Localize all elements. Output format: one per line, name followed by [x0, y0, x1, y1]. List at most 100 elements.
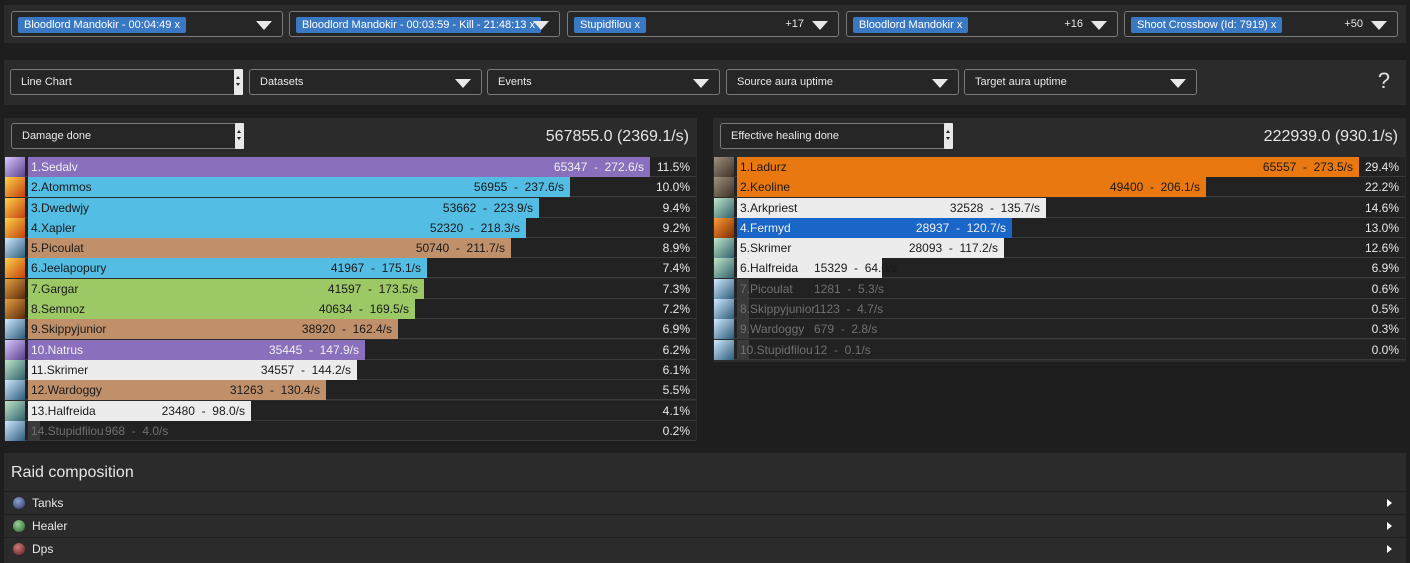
damage-player-name: 9.Skippyjunior: [31, 322, 107, 337]
healing-row[interactable]: 10.Stupidfilou 12 - 0.1/s 0.0%: [714, 339, 1405, 360]
damage-row[interactable]: 2.Atommos 56955 - 237.6/s 10.0%: [5, 177, 696, 198]
remove-icon[interactable]: x: [634, 19, 640, 31]
healing-row[interactable]: 8.Skippyjunior 1123 - 4.7/s 0.5%: [714, 299, 1405, 320]
healing-row[interactable]: 7.Picoulat 1281 - 5.3/s 0.6%: [714, 278, 1405, 299]
damage-percent: 7.3%: [662, 281, 690, 296]
spinner-icon[interactable]: [235, 123, 244, 149]
chevron-right-icon[interactable]: [1387, 545, 1392, 553]
healing-player-name: 4.Fermyd: [740, 220, 791, 235]
healing-row[interactable]: 3.Arkpriest 32528 - 135.7/s 14.6%: [714, 197, 1405, 218]
encounter-tag-label: Bloodlord Mandokir - 00:04:49: [24, 19, 172, 31]
remove-icon[interactable]: x: [174, 19, 180, 31]
damage-row[interactable]: 11.Skrimer 34557 - 144.2/s 6.1%: [5, 359, 696, 380]
encounter-select-2[interactable]: Bloodlord Mandokir - 00:03:59 - Kill - 2…: [289, 11, 560, 37]
damage-metric-label: Damage done: [22, 130, 92, 142]
damage-player-name: 13.Halfreida: [31, 403, 96, 418]
bow-icon: [5, 278, 25, 299]
healing-row[interactable]: 1.Ladurz 65557 - 273.5/s 29.4%: [714, 157, 1405, 177]
damage-row[interactable]: 5.Picoulat 50740 - 211.7/s 8.9%: [5, 238, 696, 259]
damage-row[interactable]: 14.Stupidfilou 968 - 4.0/s 0.2%: [5, 420, 696, 441]
chevron-down-icon[interactable]: [1091, 21, 1107, 30]
damage-row[interactable]: 3.Dwedwjy 53662 - 223.9/s 9.4%: [5, 197, 696, 218]
damage-percent: 9.4%: [662, 200, 690, 215]
healing-percent: 0.6%: [1371, 281, 1399, 296]
damage-row[interactable]: 6.Jeelapopury 41967 - 175.1/s 7.4%: [5, 258, 696, 279]
healing-player-name: 10.Stupidfilou: [740, 342, 813, 357]
damage-row[interactable]: 10.Natrus 35445 - 147.9/s 6.2%: [5, 339, 696, 360]
damage-row[interactable]: 1.Sedalv 65347 - 272.6/s 11.5%: [5, 157, 696, 177]
damage-player-name: 6.Jeelapopury: [31, 261, 107, 276]
remove-icon[interactable]: x: [957, 19, 963, 31]
remove-icon[interactable]: x: [1271, 19, 1277, 31]
source-tag: Stupidfilou x: [574, 17, 646, 33]
target-aura-select[interactable]: Target aura uptime: [964, 69, 1197, 95]
encounter-select-1[interactable]: Bloodlord Mandokir - 00:04:49 x: [11, 11, 283, 37]
healing-player-name: 6.Halfreida: [740, 261, 799, 276]
healing-row[interactable]: 9.Wardoggy 679 - 2.8/s 0.3%: [714, 319, 1405, 340]
target-tag: Bloodlord Mandokir x: [853, 17, 969, 33]
healing-percent: 12.6%: [1364, 241, 1399, 256]
damage-row[interactable]: 13.Halfreida 23480 - 98.0/s 4.1%: [5, 400, 696, 421]
damage-row[interactable]: 9.Skippyjunior 38920 - 162.4/s 6.9%: [5, 319, 696, 340]
chevron-down-icon[interactable]: [1371, 21, 1387, 30]
damage-player-name: 14.Stupidfilou: [31, 423, 104, 438]
crosshair-icon: [13, 543, 25, 555]
damage-percent: 6.2%: [662, 342, 690, 357]
healing-amount: 15329 - 64.0/s: [814, 261, 898, 276]
bow-icon: [5, 299, 25, 320]
damage-percent: 10.0%: [655, 180, 690, 195]
healing-amount: 65557 - 273.5/s: [1262, 160, 1353, 174]
healing-metric-select[interactable]: Effective healing done: [720, 123, 953, 149]
damage-amount: 31263 - 130.4/s: [229, 383, 320, 398]
target-select[interactable]: Bloodlord Mandokir x +16: [846, 11, 1118, 37]
damage-row[interactable]: 4.Xapler 52320 - 218.3/s 9.2%: [5, 217, 696, 238]
chevron-down-icon[interactable]: [693, 79, 709, 88]
source-aura-select[interactable]: Source aura uptime: [726, 69, 959, 95]
healing-row[interactable]: 2.Keoline 49400 - 206.1/s 22.2%: [714, 177, 1405, 198]
damage-percent: 7.4%: [662, 261, 690, 276]
healing-row[interactable]: 6.Halfreida 15329 - 64.0/s 6.9%: [714, 258, 1405, 279]
damage-row[interactable]: 8.Semnoz 40634 - 169.5/s 7.2%: [5, 299, 696, 320]
spinner-icon[interactable]: [234, 69, 243, 95]
chevron-down-icon[interactable]: [932, 79, 948, 88]
datasets-select[interactable]: Datasets: [249, 69, 482, 95]
chevron-down-icon[interactable]: [1170, 79, 1186, 88]
fire-icon: [5, 197, 25, 218]
damage-player-name: 8.Semnoz: [31, 302, 86, 317]
source-select[interactable]: Stupidfilou x +17: [567, 11, 839, 37]
damage-amount: 23480 - 98.0/s: [161, 403, 245, 418]
staff-icon: [714, 258, 734, 279]
damage-row[interactable]: 12.Wardoggy 31263 - 130.4/s 5.5%: [5, 380, 696, 401]
chevron-down-icon[interactable]: [812, 21, 828, 30]
claw-icon: [714, 157, 734, 177]
healing-meter: Effective healing done 222939.0 (930.1/s…: [713, 118, 1406, 362]
raid-group-dps[interactable]: Dps: [4, 537, 1406, 560]
healing-player-name: 9.Wardoggy: [740, 322, 805, 337]
healing-row[interactable]: 5.Skrimer 28093 - 117.2/s 12.6%: [714, 238, 1405, 259]
raid-group-tanks[interactable]: Tanks: [4, 491, 1406, 514]
more-count: +17: [785, 18, 804, 30]
raid-group-label: Dps: [32, 542, 54, 556]
help-icon[interactable]: ?: [1378, 68, 1390, 94]
chevron-right-icon[interactable]: [1387, 499, 1392, 507]
damage-percent: 9.2%: [662, 220, 690, 235]
healing-row[interactable]: 4.Fermyd 28937 - 120.7/s 13.0%: [714, 217, 1405, 238]
raid-group-healer[interactable]: Healer: [4, 514, 1406, 537]
chevron-down-icon[interactable]: [533, 21, 549, 30]
damage-amount: 65347 - 272.6/s: [553, 160, 644, 174]
damage-row[interactable]: 7.Gargar 41597 - 173.5/s 7.3%: [5, 278, 696, 299]
spinner-icon[interactable]: [944, 123, 953, 149]
fire-icon: [5, 258, 25, 279]
damage-metric-select[interactable]: Damage done: [11, 123, 244, 149]
ability-select[interactable]: Shoot Crossbow (Id: 7919) x +50: [1124, 11, 1398, 37]
sword-icon: [5, 339, 25, 360]
events-select[interactable]: Events: [487, 69, 720, 95]
shaman-icon: [714, 217, 734, 238]
chevron-down-icon[interactable]: [455, 79, 471, 88]
damage-player-name: 10.Natrus: [31, 342, 84, 357]
chevron-down-icon[interactable]: [256, 21, 272, 30]
chevron-right-icon[interactable]: [1387, 522, 1392, 530]
chart-type-select[interactable]: Line Chart: [10, 69, 243, 95]
damage-percent: 0.2%: [662, 423, 690, 438]
fire-icon: [5, 177, 25, 198]
